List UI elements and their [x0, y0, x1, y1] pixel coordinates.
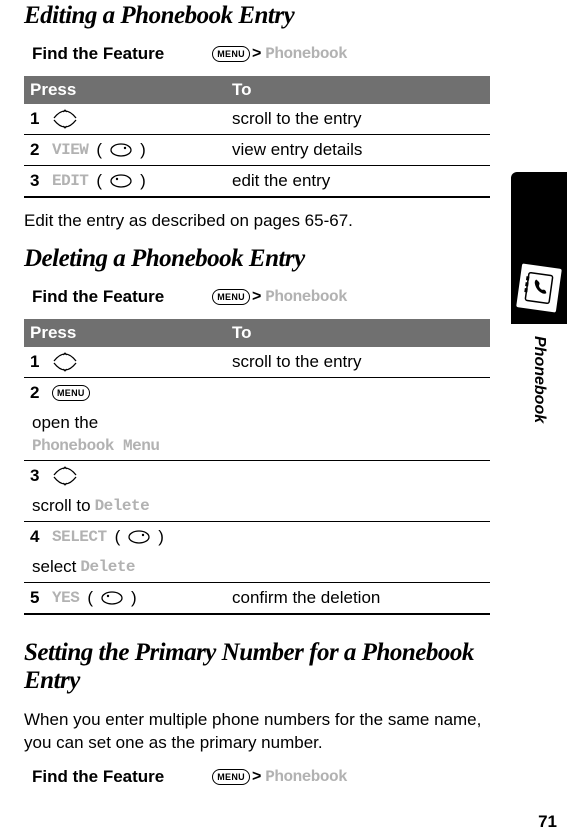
phonebook-label: Phonebook: [265, 768, 347, 786]
table-row: 2 VIEW ( ) view entry details: [24, 135, 490, 166]
step-num: 5: [30, 588, 44, 608]
menu-icon: MENU: [212, 289, 250, 305]
step-num: 1: [30, 109, 44, 129]
step-num: 3: [30, 466, 44, 486]
phonebook-label: Phonebook: [265, 288, 347, 306]
col-press: Press: [24, 76, 224, 104]
table-row: 3 EDIT ( ) edit the entry: [24, 166, 490, 198]
find-feature-label: Find the Feature: [32, 287, 164, 307]
menu-icon: MENU: [212, 46, 250, 62]
gt-symbol: >: [252, 768, 261, 786]
menu-icon: MENU: [212, 769, 250, 785]
softkey-left-icon: [110, 174, 132, 188]
softkey-label: YES: [52, 589, 79, 607]
softkey-label: VIEW: [52, 141, 88, 159]
softkey-label: EDIT: [52, 172, 88, 190]
scroll-icon: [52, 352, 78, 372]
col-to: To: [224, 319, 490, 347]
phonebook-icon: [516, 263, 562, 312]
table-row: 5 YES ( ) confirm the deletion: [24, 582, 490, 614]
softkey-label: SELECT: [52, 528, 107, 546]
step-action: edit the entry: [224, 166, 490, 198]
side-tab-label: Phonebook: [530, 336, 548, 423]
find-feature-deleting: Find the Feature MENU > Phonebook: [32, 287, 490, 307]
gt-symbol: >: [252, 288, 261, 306]
table-row: 3 scroll to Delete: [24, 460, 490, 521]
find-feature-editing: Find the Feature MENU > Phonebook: [32, 44, 490, 64]
find-feature-primary: Find the Feature MENU > Phonebook: [32, 767, 490, 787]
step-num: 2: [30, 140, 44, 160]
col-to: To: [224, 76, 490, 104]
softkey-right-icon: [110, 143, 132, 157]
step-num: 4: [30, 527, 44, 547]
editing-steps-table: Press To 1 scroll to the entry 2 VIEW: [24, 76, 490, 198]
table-row: 4 SELECT ( ) select Delete: [24, 521, 490, 582]
step-num: 2: [30, 383, 44, 403]
step-action: scroll to the entry: [224, 347, 490, 378]
step-num: 3: [30, 171, 44, 191]
editing-after-text: Edit the entry as described on pages 65-…: [24, 210, 490, 233]
step-action: open the Phonebook Menu: [24, 408, 224, 460]
side-tab: Phonebook: [511, 172, 567, 423]
step-action: view entry details: [224, 135, 490, 166]
step-action: select Delete: [24, 552, 224, 582]
gt-symbol: >: [252, 45, 261, 63]
table-row: 1 scroll to the entry: [24, 104, 490, 135]
step-action: confirm the deletion: [224, 582, 490, 614]
page-number: 71: [538, 812, 557, 832]
softkey-right-icon: [128, 530, 150, 544]
menu-icon: MENU: [52, 385, 90, 401]
deleting-steps-table: Press To 1 scroll to the entry 2 MENU: [24, 319, 490, 615]
phonebook-label: Phonebook: [265, 45, 347, 63]
primary-intro: When you enter multiple phone numbers fo…: [24, 709, 490, 755]
section-title-deleting: Deleting a Phonebook Entry: [24, 245, 490, 273]
table-row: 1 scroll to the entry: [24, 347, 490, 378]
scroll-icon: [52, 109, 78, 129]
section-title-primary: Setting the Primary Number for a Phonebo…: [24, 639, 490, 695]
step-action: scroll to the entry: [224, 104, 490, 135]
find-feature-label: Find the Feature: [32, 44, 164, 64]
step-action: scroll to Delete: [24, 491, 224, 521]
scroll-icon: [52, 466, 78, 486]
step-num: 1: [30, 352, 44, 372]
section-title-editing: Editing a Phonebook Entry: [24, 0, 490, 30]
find-feature-label: Find the Feature: [32, 767, 164, 787]
col-press: Press: [24, 319, 224, 347]
softkey-left-icon: [101, 591, 123, 605]
table-row: 2 MENU open the Phonebook Menu: [24, 377, 490, 460]
